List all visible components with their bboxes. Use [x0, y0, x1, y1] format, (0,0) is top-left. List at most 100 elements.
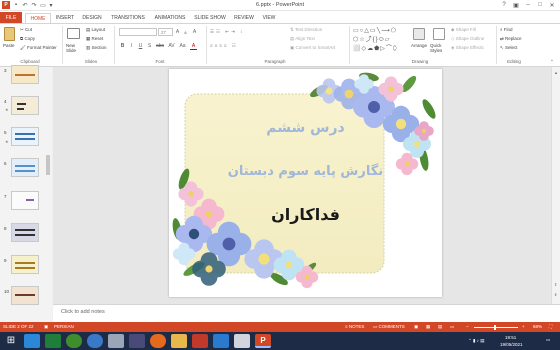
font-name-box[interactable] — [119, 28, 157, 36]
layout-button[interactable]: ▤ Layout — [86, 27, 105, 33]
taskbar-explorer-icon[interactable] — [171, 334, 187, 348]
shadow-button[interactable]: S — [146, 43, 153, 49]
zoom-slider-thumb[interactable] — [494, 325, 496, 330]
shape-outline-button[interactable]: ◇ Shape Outline — [451, 36, 484, 42]
notes-toggle[interactable]: ≡ NOTES — [345, 324, 364, 329]
section-button[interactable]: ▥ Section — [86, 45, 107, 51]
next-slide-icon[interactable]: ⇟ — [554, 292, 557, 297]
taskbar-app-icon[interactable] — [192, 334, 208, 348]
normal-view-icon[interactable]: ▣ — [414, 324, 418, 330]
align-text-button[interactable]: ▤ Align Text — [290, 36, 315, 42]
tab-slide-show[interactable]: SLIDE SHOW — [192, 13, 228, 23]
taskbar-app-icon[interactable] — [108, 334, 124, 348]
quick-styles-button[interactable]: Quick Styles — [430, 43, 450, 53]
tab-design[interactable]: DESIGN — [79, 13, 105, 23]
maximize-icon[interactable]: □ — [534, 0, 546, 10]
tab-home[interactable]: HOME — [25, 13, 51, 23]
underline-button[interactable]: U — [137, 43, 144, 49]
slide-line-1[interactable]: درس ششم — [169, 120, 442, 136]
taskbar-app-icon[interactable] — [234, 334, 250, 348]
paste-button[interactable]: Paste — [3, 43, 15, 48]
scrollbar-thumb[interactable] — [46, 155, 50, 175]
slide-thumbnail[interactable] — [11, 65, 39, 84]
convert-smartart-button[interactable]: ▣ Convert to SmartArt — [290, 45, 335, 51]
zoom-out-icon[interactable]: − — [466, 324, 469, 329]
zoom-level[interactable]: 68% — [533, 324, 542, 329]
reading-view-icon[interactable]: ▤ — [438, 324, 442, 330]
tab-review[interactable]: REVIEW — [231, 13, 257, 23]
tab-animations[interactable]: ANIMATIONS — [151, 13, 189, 23]
ribbon-display-icon[interactable]: ▣ — [510, 0, 522, 10]
char-spacing-button[interactable]: AV — [167, 43, 176, 49]
taskbar-word-icon[interactable] — [213, 334, 229, 348]
zoom-in-icon[interactable]: + — [522, 324, 525, 329]
taskbar-app-icon[interactable] — [24, 334, 40, 348]
fit-to-window-icon[interactable]: ⛶ — [549, 324, 552, 329]
clear-format-button[interactable]: A — [191, 29, 198, 35]
quick-styles-icon[interactable] — [433, 28, 445, 40]
comments-toggle[interactable]: ▭ COMMENTS — [373, 324, 405, 330]
reset-button[interactable]: ▦ Reset — [86, 36, 103, 42]
shape-effects-button[interactable]: ◈ Shape Effects — [451, 45, 484, 51]
scroll-up-icon[interactable]: ▲ — [554, 70, 558, 75]
shape-fill-button[interactable]: ◆ Shape Fill — [451, 27, 476, 33]
new-slide-button[interactable]: New Slide — [66, 43, 82, 53]
notification-icon[interactable]: ▭ — [546, 337, 550, 343]
arrange-icon[interactable] — [413, 28, 425, 40]
help-icon[interactable]: ? — [498, 0, 510, 10]
taskbar-powerpoint-icon[interactable]: P — [255, 334, 271, 348]
format-painter-button[interactable]: 🖌 Format Painter — [20, 45, 57, 51]
slide-thumbnail[interactable] — [11, 127, 39, 146]
strikethrough-button[interactable]: abc — [155, 43, 165, 49]
grow-font-button[interactable]: A — [174, 29, 181, 35]
tab-insert[interactable]: INSERT — [53, 13, 77, 23]
notes-pane[interactable]: Click to add notes — [53, 304, 560, 322]
current-slide[interactable]: درس ششم نگارش پایه سوم دبستان فداکاران — [169, 69, 442, 297]
tray-icons[interactable]: ⌃ ▮ ♪ ▤ — [468, 338, 485, 344]
close-icon[interactable]: ✕ — [546, 0, 558, 10]
shrink-font-button[interactable]: A — [182, 30, 189, 35]
new-slide-icon[interactable] — [67, 28, 80, 39]
zoom-slider[interactable] — [474, 327, 518, 328]
taskbar-app-icon[interactable] — [66, 334, 82, 348]
slide-line-2[interactable]: نگارش پایه سوم دبستان — [169, 164, 442, 179]
slide-thumbnail[interactable] — [11, 96, 39, 115]
minimize-icon[interactable]: – — [522, 0, 534, 10]
find-button[interactable]: ⌕ Find — [500, 27, 513, 32]
copy-button[interactable]: ⧉ Copy — [20, 36, 35, 41]
slide-thumbnail[interactable] — [11, 223, 39, 242]
tab-file[interactable]: FILE — [0, 12, 22, 23]
vertical-scrollbar[interactable]: ▲ ⇞ ⇟ — [551, 67, 560, 304]
tab-transitions[interactable]: TRANSITIONS — [108, 13, 148, 23]
shapes-gallery[interactable]: ▭○△▭╲⟶⬠ ⬡☆⤴{}⬭▱ ⬜◇☁⬟▷⌒⬯ — [353, 27, 407, 55]
start-button-icon[interactable]: ⊞ — [3, 334, 19, 348]
slide-thumbnail[interactable] — [11, 255, 39, 274]
slide-sorter-icon[interactable]: ▦ — [426, 324, 430, 330]
alignment-buttons[interactable]: ≡≡≡≡ ☷ — [210, 43, 238, 49]
tab-view[interactable]: VIEW — [259, 13, 279, 23]
spellcheck-icon[interactable]: ▣ — [44, 324, 48, 330]
arrange-button[interactable]: Arrange — [411, 43, 427, 48]
thumbnails-scrollbar[interactable] — [44, 67, 52, 322]
font-color-button[interactable]: A — [190, 43, 197, 50]
replace-button[interactable]: ⇄ Replace — [500, 36, 522, 42]
bold-button[interactable]: B — [119, 43, 126, 49]
italic-button[interactable]: I — [128, 43, 135, 49]
slide-thumbnail[interactable] — [11, 191, 39, 210]
taskbar-app-icon[interactable] — [129, 334, 145, 348]
font-size-box[interactable]: 27 — [158, 28, 173, 36]
change-case-button[interactable]: Aa — [178, 43, 187, 49]
select-button[interactable]: ↖ Select — [500, 45, 518, 51]
collapse-ribbon-icon[interactable]: ⌃ — [550, 59, 554, 65]
cut-button[interactable]: ✂ Cut — [20, 27, 32, 33]
list-buttons[interactable]: ☰☷ ⇤⇥ ↕ — [210, 29, 244, 35]
slide-line-3[interactable]: فداکاران — [169, 205, 442, 224]
slideshow-icon[interactable]: ▭ — [450, 324, 454, 330]
text-direction-button[interactable]: ⇅ Text Direction — [290, 27, 322, 33]
slide-thumbnail[interactable] — [11, 158, 39, 177]
prev-slide-icon[interactable]: ⇞ — [554, 282, 557, 287]
notes-placeholder[interactable]: Click to add notes — [61, 309, 105, 315]
paste-icon[interactable] — [4, 27, 15, 41]
taskbar-browser-icon[interactable] — [87, 334, 103, 348]
taskbar-firefox-icon[interactable] — [150, 334, 166, 348]
